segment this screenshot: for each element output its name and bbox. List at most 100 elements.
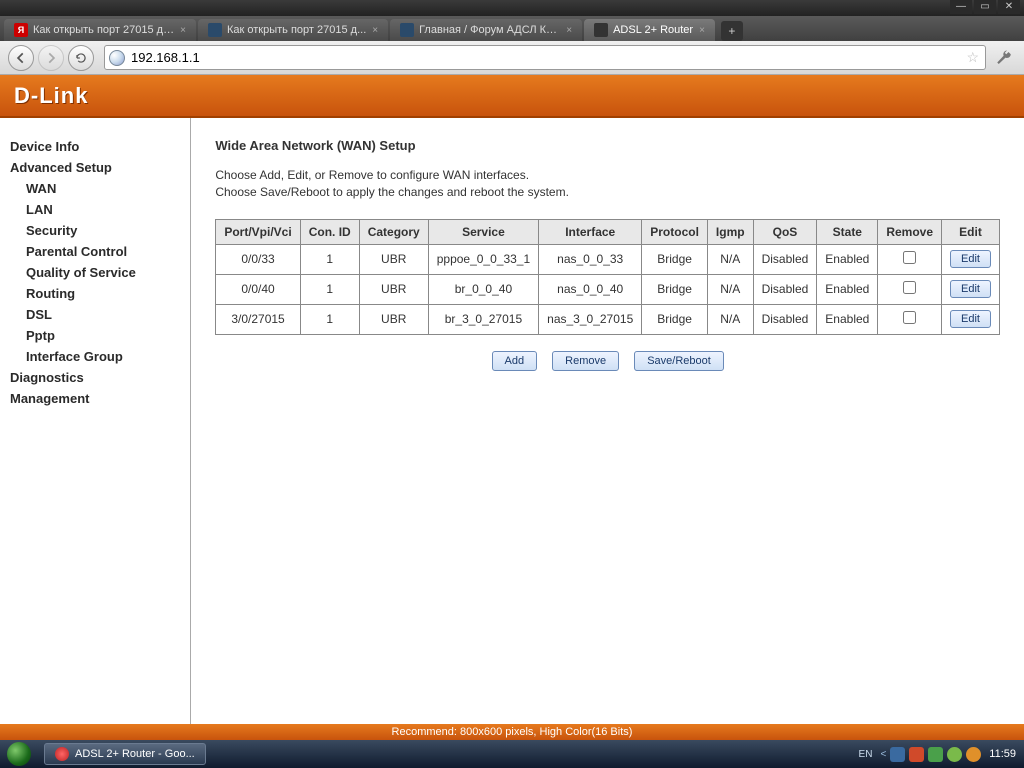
reload-button[interactable] bbox=[68, 45, 94, 71]
table-cell: N/A bbox=[707, 244, 753, 274]
table-header: QoS bbox=[753, 219, 817, 244]
table-cell: Enabled bbox=[817, 304, 878, 334]
favicon-icon bbox=[594, 23, 608, 37]
table-header: Protocol bbox=[642, 219, 708, 244]
tray-icon[interactable] bbox=[928, 747, 943, 762]
taskbar-app[interactable]: ADSL 2+ Router - Goo... bbox=[44, 743, 206, 765]
edit-button[interactable]: Edit bbox=[950, 280, 991, 298]
remove-checkbox[interactable] bbox=[903, 281, 916, 294]
tray-icon[interactable] bbox=[966, 747, 981, 762]
edit-button[interactable]: Edit bbox=[950, 250, 991, 268]
table-cell: nas_0_0_33 bbox=[539, 244, 642, 274]
remove-cell bbox=[878, 274, 942, 304]
taskbar-app-label: ADSL 2+ Router - Goo... bbox=[75, 748, 195, 760]
wrench-icon bbox=[995, 49, 1013, 67]
table-cell: Disabled bbox=[753, 244, 817, 274]
page-title: Wide Area Network (WAN) Setup bbox=[215, 138, 1000, 153]
window-titlebar: — ▭ ✕ bbox=[0, 0, 1024, 16]
browser-tab[interactable]: Как открыть порт 27015 д... × bbox=[198, 19, 388, 41]
sidebar-item-wan[interactable]: WAN bbox=[10, 178, 186, 199]
remove-checkbox[interactable] bbox=[903, 311, 916, 324]
table-cell: Bridge bbox=[642, 274, 708, 304]
table-cell: 1 bbox=[300, 274, 359, 304]
edit-cell: Edit bbox=[942, 274, 1000, 304]
tray-icon[interactable] bbox=[947, 747, 962, 762]
tab-label: Главная / Форум АДСЛ Клуб... bbox=[419, 24, 560, 36]
start-button[interactable] bbox=[0, 740, 38, 768]
sidebar-item-dsl[interactable]: DSL bbox=[10, 304, 186, 325]
address-bar[interactable]: ☆ bbox=[104, 45, 986, 70]
sidebar-item-routing[interactable]: Routing bbox=[10, 283, 186, 304]
table-header: Remove bbox=[878, 219, 942, 244]
sidebar-item-management[interactable]: Management bbox=[10, 388, 186, 409]
table-cell: N/A bbox=[707, 274, 753, 304]
table-cell: 0/0/33 bbox=[216, 244, 300, 274]
minimize-button[interactable]: — bbox=[950, 0, 972, 14]
sidebar-item-interface-group[interactable]: Interface Group bbox=[10, 346, 186, 367]
sidebar-item-device-info[interactable]: Device Info bbox=[10, 136, 186, 157]
main-content: Wide Area Network (WAN) Setup Choose Add… bbox=[191, 118, 1024, 724]
tab-label: ADSL 2+ Router bbox=[613, 24, 693, 36]
language-indicator[interactable]: EN bbox=[859, 749, 873, 760]
browser-tab[interactable]: Я Как открыть порт 27015 дл... × bbox=[4, 19, 196, 41]
table-cell: 0/0/40 bbox=[216, 274, 300, 304]
table-row: 0/0/401UBRbr_0_0_40nas_0_0_40BridgeN/ADi… bbox=[216, 274, 1000, 304]
browser-toolbar: ☆ bbox=[0, 41, 1024, 75]
sidebar-item-qos[interactable]: Quality of Service bbox=[10, 262, 186, 283]
add-button[interactable]: Add bbox=[492, 351, 538, 371]
browser-tabstrip: Я Как открыть порт 27015 дл... × Как отк… bbox=[0, 16, 1024, 41]
sidebar-item-diagnostics[interactable]: Diagnostics bbox=[10, 367, 186, 388]
sidebar-item-lan[interactable]: LAN bbox=[10, 199, 186, 220]
table-cell: 1 bbox=[300, 304, 359, 334]
settings-wrench-button[interactable] bbox=[992, 46, 1016, 70]
edit-button[interactable]: Edit bbox=[950, 310, 991, 328]
table-cell: br_3_0_27015 bbox=[428, 304, 538, 334]
remove-cell bbox=[878, 244, 942, 274]
sidebar-item-advanced-setup[interactable]: Advanced Setup bbox=[10, 157, 186, 178]
table-cell: Enabled bbox=[817, 274, 878, 304]
chrome-icon bbox=[55, 747, 69, 761]
bookmark-star-icon[interactable]: ☆ bbox=[966, 49, 979, 66]
tray-icon[interactable] bbox=[909, 747, 924, 762]
forward-button[interactable] bbox=[38, 45, 64, 71]
system-tray: EN < 11:59 bbox=[851, 740, 1024, 768]
table-row: 3/0/270151UBRbr_3_0_27015nas_3_0_27015Br… bbox=[216, 304, 1000, 334]
table-cell: Enabled bbox=[817, 244, 878, 274]
table-cell: nas_0_0_40 bbox=[539, 274, 642, 304]
new-tab-button[interactable]: + bbox=[721, 21, 743, 41]
address-input[interactable] bbox=[131, 50, 966, 65]
tray-icon[interactable] bbox=[890, 747, 905, 762]
table-header: Port/Vpi/Vci bbox=[216, 219, 300, 244]
remove-button[interactable]: Remove bbox=[552, 351, 619, 371]
arrow-right-icon bbox=[44, 51, 58, 65]
table-cell: 3/0/27015 bbox=[216, 304, 300, 334]
sidebar-item-security[interactable]: Security bbox=[10, 220, 186, 241]
browser-tab[interactable]: Главная / Форум АДСЛ Клуб... × bbox=[390, 19, 582, 41]
table-header: Edit bbox=[942, 219, 1000, 244]
table-cell: pppoe_0_0_33_1 bbox=[428, 244, 538, 274]
sidebar-item-parental-control[interactable]: Parental Control bbox=[10, 241, 186, 262]
windows-orb-icon bbox=[7, 742, 31, 766]
tab-close-icon[interactable]: × bbox=[699, 25, 705, 36]
browser-tab-active[interactable]: ADSL 2+ Router × bbox=[584, 19, 715, 41]
table-cell: Disabled bbox=[753, 274, 817, 304]
tab-close-icon[interactable]: × bbox=[180, 25, 186, 36]
table-header: Interface bbox=[539, 219, 642, 244]
save-reboot-button[interactable]: Save/Reboot bbox=[634, 351, 724, 371]
tab-close-icon[interactable]: × bbox=[566, 25, 572, 36]
reload-icon bbox=[74, 51, 88, 65]
tray-expand-icon[interactable]: < bbox=[880, 749, 886, 760]
favicon-icon bbox=[400, 23, 414, 37]
edit-cell: Edit bbox=[942, 244, 1000, 274]
sidebar-item-pptp[interactable]: Pptp bbox=[10, 325, 186, 346]
back-button[interactable] bbox=[8, 45, 34, 71]
tab-label: Как открыть порт 27015 дл... bbox=[33, 24, 174, 36]
maximize-button[interactable]: ▭ bbox=[974, 0, 996, 14]
taskbar-clock[interactable]: 11:59 bbox=[989, 748, 1016, 760]
sidebar-nav: Device Info Advanced Setup WAN LAN Secur… bbox=[0, 118, 191, 724]
yandex-favicon-icon: Я bbox=[14, 23, 28, 37]
remove-checkbox[interactable] bbox=[903, 251, 916, 264]
close-window-button[interactable]: ✕ bbox=[998, 0, 1020, 14]
table-header: State bbox=[817, 219, 878, 244]
tab-close-icon[interactable]: × bbox=[372, 25, 378, 36]
